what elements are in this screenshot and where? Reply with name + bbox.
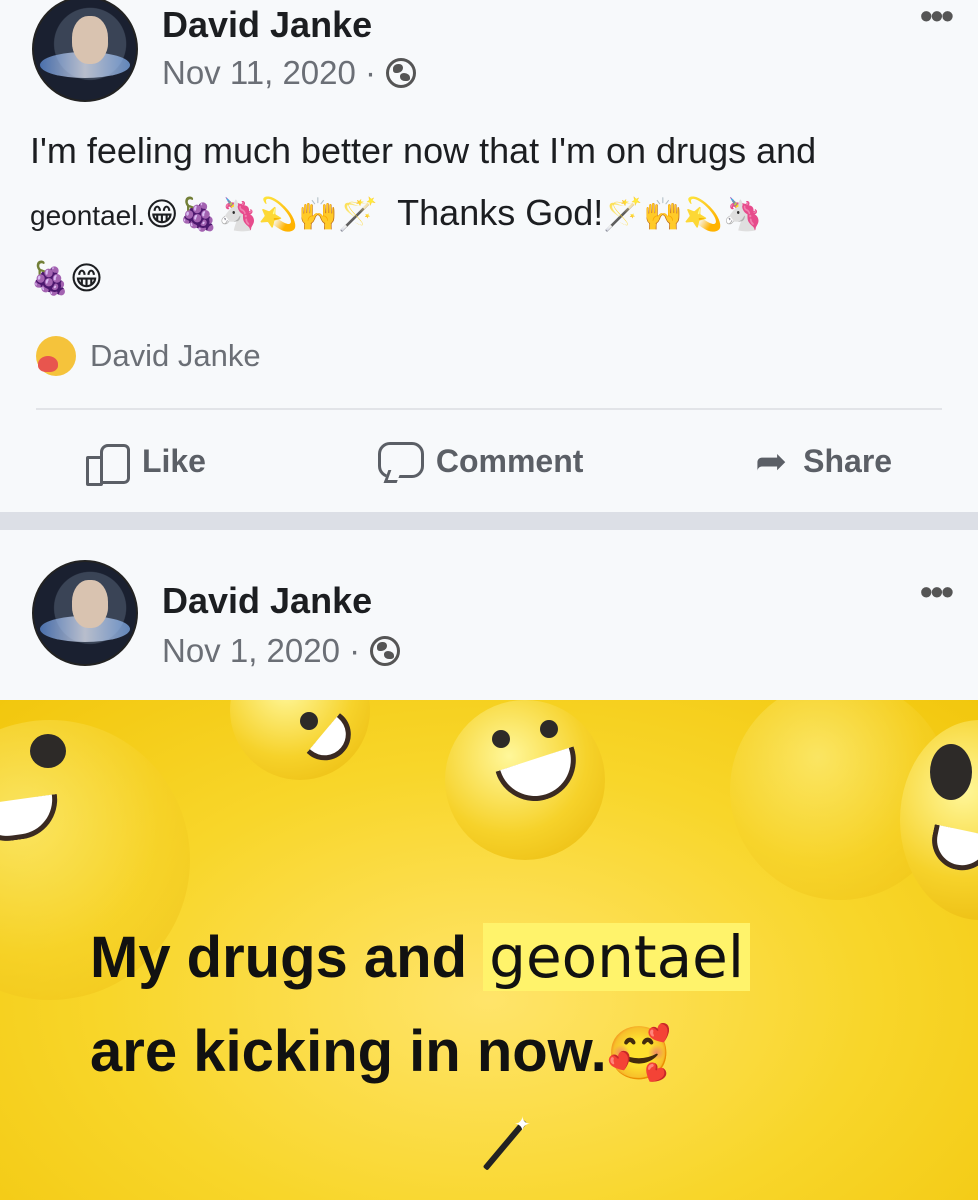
like-icon <box>85 442 130 486</box>
post-1: David Janke Nov 11, 2020 · ••• I'm feeli… <box>0 0 978 512</box>
author-avatar[interactable] <box>32 0 138 102</box>
post-text-line-2: geontael.😁🍇🦄💫🙌🪄 Thanks God!🪄🙌💫🦄 <box>30 182 960 247</box>
smiley-eye <box>492 730 510 748</box>
post-date[interactable]: Nov 11, 2020 · <box>162 54 417 92</box>
comment-icon <box>377 442 424 480</box>
more-options-icon[interactable]: ••• <box>920 574 954 610</box>
post-image[interactable]: My drugs and geontael are kicking in now… <box>0 700 978 1200</box>
post-text-line-1: I'm feeling much better now that I'm on … <box>30 130 817 171</box>
globe-icon <box>370 636 401 666</box>
post-date-text: Nov 11, 2020 · <box>162 54 377 91</box>
more-options-icon[interactable]: ••• <box>920 0 954 34</box>
post-actions: Like Comment ➦ Share <box>0 426 978 496</box>
image-caption-highlight: geontael <box>483 923 750 991</box>
author-name[interactable]: David Janke <box>162 4 372 46</box>
image-caption: My drugs and geontael are kicking in now… <box>90 910 950 1101</box>
author-name[interactable]: David Janke <box>162 580 372 622</box>
share-label: Share <box>803 442 893 479</box>
post-text: I'm feeling much better now that I'm on … <box>30 120 960 309</box>
smiley-eye <box>30 734 66 768</box>
post-word: geontael. <box>30 200 146 231</box>
share-button[interactable]: ➦ Share <box>755 439 892 483</box>
post-date-text: Nov 1, 2020 · <box>162 632 361 669</box>
smiling-hearts-emoji: 🥰 <box>606 1024 672 1084</box>
reaction-name: David Janke <box>90 338 261 373</box>
divider-line <box>36 408 942 410</box>
emoji-group-3: 🍇😁 <box>30 259 104 297</box>
image-caption-bold: My drugs and <box>90 925 468 990</box>
smiley-eye <box>930 744 972 800</box>
magic-wand-icon <box>470 1112 531 1178</box>
comment-label: Comment <box>435 442 584 479</box>
image-caption-line-2-text: are kicking in now. <box>90 1019 607 1084</box>
smiley-eye <box>300 712 318 730</box>
reaction-summary[interactable]: David Janke <box>36 336 261 376</box>
thanks-text: Thanks God! <box>397 192 604 233</box>
share-icon: ➦ <box>755 439 788 483</box>
author-avatar[interactable] <box>32 560 138 666</box>
emoji-group-2: 🪄🙌💫🦄 <box>603 195 763 233</box>
like-button[interactable]: Like <box>85 442 206 486</box>
feed-divider <box>0 512 978 530</box>
post-date[interactable]: Nov 1, 2020 · <box>162 632 401 670</box>
emoji-group-1: 😁🍇🦄💫🙌🪄 <box>145 195 378 233</box>
image-caption-line-2: are kicking in now.🥰 <box>90 1005 950 1101</box>
care-reaction-icon <box>36 336 76 376</box>
like-label: Like <box>141 442 206 479</box>
smiley-eye <box>540 720 558 738</box>
image-caption-line-1: My drugs and geontael <box>90 910 950 1005</box>
comment-button[interactable]: Comment <box>377 442 584 480</box>
globe-icon <box>386 58 417 88</box>
